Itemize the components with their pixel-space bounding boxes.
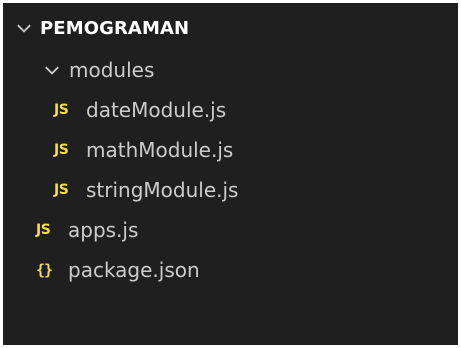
file-label: package.json	[68, 258, 200, 282]
js-file-icon: JS	[54, 142, 69, 158]
file-row-apps[interactable]: JS apps.js	[3, 210, 458, 250]
file-label: mathModule.js	[86, 138, 234, 162]
file-row-package-json[interactable]: {} package.json	[3, 250, 458, 290]
folder-row-modules[interactable]: modules	[3, 50, 458, 90]
file-label: dateModule.js	[86, 98, 227, 122]
js-file-icon: JS	[54, 102, 69, 118]
file-row-mathmodule[interactable]: JS mathModule.js	[3, 130, 458, 170]
folder-label: modules	[69, 58, 155, 82]
json-file-icon: {}	[36, 261, 53, 279]
file-row-datemodule[interactable]: JS dateModule.js	[3, 90, 458, 130]
file-row-stringmodule[interactable]: JS stringModule.js	[3, 170, 458, 210]
js-file-icon: JS	[54, 182, 69, 198]
js-file-icon: JS	[36, 222, 51, 238]
root-folder-label: PEMOGRAMAN	[40, 17, 190, 39]
file-label: stringModule.js	[86, 178, 239, 202]
file-label: apps.js	[68, 218, 139, 242]
chevron-down-icon	[45, 66, 59, 75]
chevron-down-icon	[17, 24, 31, 33]
file-explorer: PEMOGRAMAN modules JS dateModule.js JS m…	[3, 3, 458, 345]
root-folder-row[interactable]: PEMOGRAMAN	[3, 6, 458, 50]
